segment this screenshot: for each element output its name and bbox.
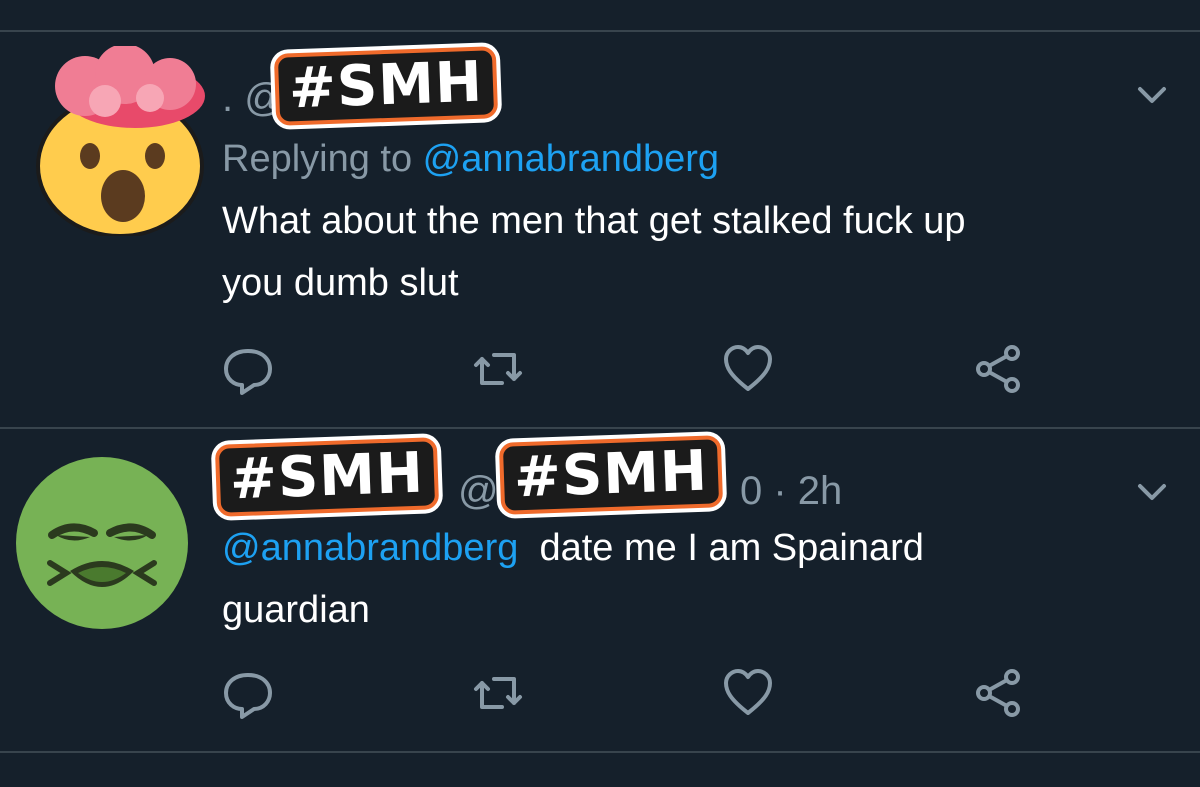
retweet-button[interactable] (468, 339, 528, 399)
timestamp: 0 · 2h (740, 469, 842, 514)
tweet-text-line: What about the men that get stalked fuck… (222, 200, 966, 242)
share-icon (976, 345, 1020, 393)
like-icon (724, 669, 772, 715)
share-icon (976, 669, 1020, 717)
tweet-text-line: guardian (222, 589, 370, 631)
tweet-2[interactable]: @ 0 · 2h #SMH #SMH @annabrandberg date m… (0, 429, 1200, 751)
tweet-text: What about the men that get stalked fuck… (222, 190, 1182, 314)
share-button[interactable] (968, 339, 1028, 399)
tweet-1[interactable]: . @ #SMH Replying to @annabrandberg What… (0, 32, 1200, 427)
retweet-button[interactable] (468, 663, 528, 723)
smh-sticker: #SMH (498, 435, 724, 515)
exploding-head-emoji-icon (36, 44, 205, 238)
reply-icon (224, 349, 272, 395)
nauseated-face-emoji-icon (16, 457, 188, 629)
tweet-text: @annabrandberg date me I am Spainard gua… (222, 517, 1182, 641)
like-button[interactable] (718, 663, 778, 723)
retweet-icon (474, 353, 522, 385)
timestamp-text: 0 · 2h (740, 469, 843, 513)
chevron-down-icon[interactable] (1132, 74, 1172, 114)
author-handle-line[interactable]: @ (458, 469, 499, 514)
reply-mention-link[interactable]: @annabrandberg (423, 138, 719, 180)
avatar[interactable] (30, 44, 220, 238)
handle-at-fragment: @ (458, 469, 499, 513)
avatar[interactable] (12, 453, 192, 633)
tweet-actions (210, 339, 1070, 399)
share-button[interactable] (968, 663, 1028, 723)
replying-to-label: Replying to (222, 138, 423, 180)
reply-button[interactable] (218, 663, 278, 723)
smh-sticker: #SMH (214, 437, 440, 517)
tweet-text-line: you dumb slut (222, 262, 459, 304)
like-button[interactable] (718, 339, 778, 399)
reply-button[interactable] (218, 339, 278, 399)
tweet-actions (210, 663, 1070, 723)
tweet-text-line: @annabrandberg date me I am Spainard (222, 517, 1182, 579)
replying-to-line: Replying to @annabrandberg (222, 138, 719, 181)
reply-icon (224, 673, 272, 719)
tweet-text-fragment: date me I am Spainard (539, 527, 924, 569)
smh-sticker: #SMH (273, 46, 499, 126)
like-icon (724, 345, 772, 391)
mention-link[interactable]: @annabrandberg (222, 527, 518, 569)
retweet-icon (474, 677, 522, 709)
bottom-divider (0, 751, 1200, 753)
chevron-down-icon[interactable] (1132, 471, 1172, 511)
